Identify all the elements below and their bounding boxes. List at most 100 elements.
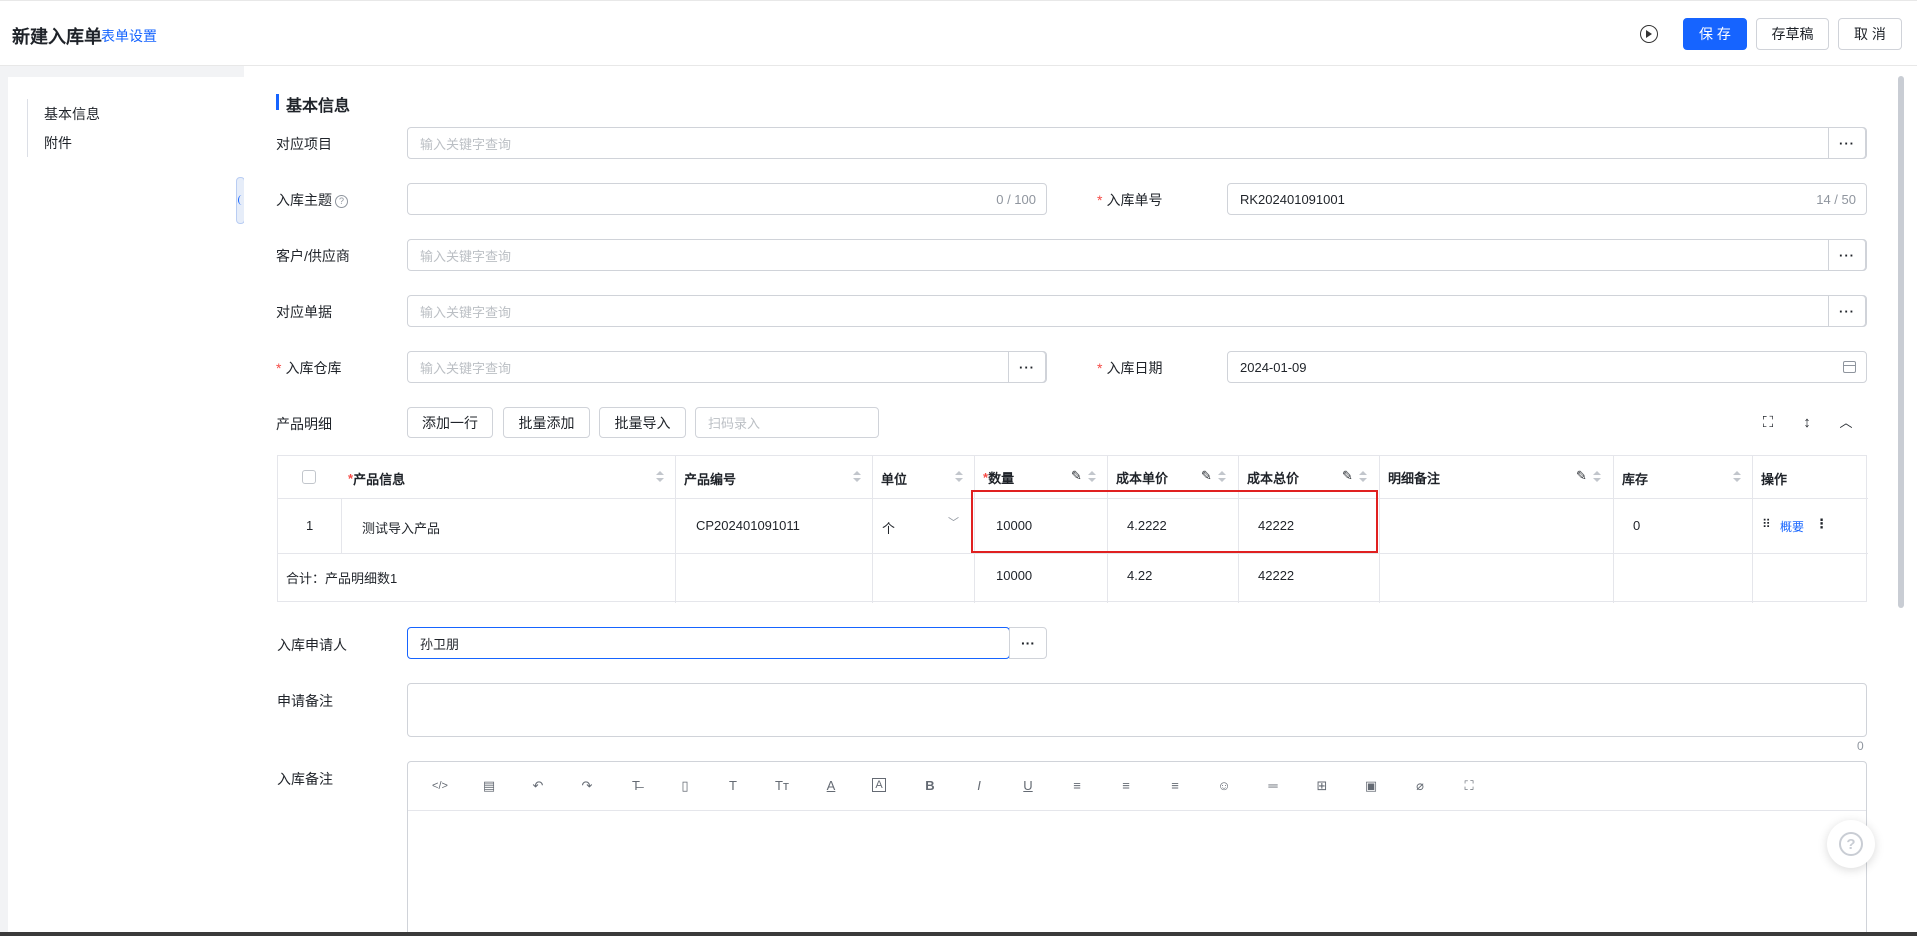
window-bottom-edge	[0, 932, 1917, 936]
align-right-icon[interactable]: ≡	[1167, 778, 1183, 794]
number-label-text: 入库单号	[1106, 192, 1163, 208]
italic-icon[interactable]: I	[971, 778, 987, 794]
col-product-code[interactable]: 产品编号	[684, 469, 736, 488]
align-center-icon[interactable]: ≡	[1118, 778, 1134, 794]
sort-icon[interactable]	[955, 471, 963, 483]
col-product-info[interactable]: * 产品信息	[348, 469, 405, 488]
sidebar: 基本信息 附件	[8, 77, 244, 936]
undo-icon[interactable]: ↶	[530, 778, 546, 794]
font-size-icon[interactable]: T	[725, 778, 741, 794]
redo-icon[interactable]: ↷	[579, 778, 595, 794]
help-float-button[interactable]: ?	[1827, 820, 1875, 868]
fullscreen-icon[interactable]: ⛶	[1461, 778, 1477, 794]
form-settings-link[interactable]: 表单设置	[101, 26, 157, 46]
document-field[interactable]: 输入关键字查询 ···	[407, 295, 1867, 327]
help-icon[interactable]: ?	[335, 195, 348, 208]
strikethrough-icon[interactable]: T̶	[628, 778, 644, 794]
sort-icon[interactable]	[1218, 471, 1226, 483]
editor-toolbar: </> ▤ ↶ ↷ T̶ ▯ T Tт A A B I U ≡ ≡ ≡ ☺ ═ …	[408, 762, 1866, 811]
scan-input[interactable]: 扫码录入	[695, 407, 879, 438]
col-divider	[341, 498, 342, 553]
sidebar-item-attachments[interactable]: 附件	[44, 133, 72, 153]
edit-pencil-icon[interactable]: ✎	[1342, 468, 1353, 484]
image-icon[interactable]: ▣	[1363, 778, 1379, 794]
subject-input[interactable]: 0 / 100	[407, 183, 1047, 215]
chevron-down-icon[interactable]: ﹀	[948, 514, 959, 530]
sort-icon[interactable]	[1088, 471, 1096, 483]
sort-icon[interactable]	[656, 471, 664, 483]
fullscreen-icon[interactable]: ⛶	[1760, 415, 1776, 431]
edit-pencil-icon[interactable]: ✎	[1576, 468, 1587, 484]
sort-icon[interactable]	[1593, 471, 1601, 483]
col-total-cost[interactable]: 成本总价	[1247, 468, 1299, 487]
col-product-info-label: 产品信息	[353, 472, 406, 487]
save-draft-button[interactable]: 存草稿	[1756, 18, 1829, 50]
document-more-button[interactable]: ···	[1828, 295, 1866, 327]
project-field[interactable]: 输入关键字查询 ···	[407, 127, 1867, 159]
col-unit-cost[interactable]: 成本单价	[1116, 468, 1168, 487]
scrollbar[interactable]	[1898, 76, 1904, 608]
warehouse-more-button[interactable]: ···	[1008, 351, 1046, 383]
table-icon[interactable]: ⊞	[1314, 778, 1330, 794]
product-name-cell[interactable]: 测试导入产品	[362, 518, 440, 537]
divider-icon[interactable]: ═	[1265, 778, 1281, 794]
project-more-button[interactable]: ···	[1828, 127, 1866, 159]
col-unit[interactable]: 单位	[881, 469, 907, 488]
customer-field[interactable]: 输入关键字查询 ···	[407, 239, 1867, 271]
calendar-icon[interactable]	[1843, 361, 1856, 373]
warehouse-field[interactable]: 输入关键字查询 ···	[407, 351, 1047, 383]
number-label: * 入库单号	[1097, 190, 1162, 210]
code-icon[interactable]: </>	[432, 778, 448, 794]
edit-pencil-icon[interactable]: ✎	[1201, 468, 1212, 484]
bold-icon[interactable]: B	[922, 778, 938, 794]
preview-play-icon[interactable]	[1640, 25, 1658, 43]
applicant-more-button[interactable]: ···	[1009, 627, 1047, 659]
save-button[interactable]: 保 存	[1683, 18, 1747, 50]
drag-handle-icon[interactable]: ⠿	[1762, 517, 1771, 531]
select-all-checkbox[interactable]	[302, 470, 316, 484]
batch-add-button[interactable]: 批量添加	[503, 407, 590, 438]
expand-height-icon[interactable]: ↕	[1799, 415, 1815, 431]
customer-label: 客户/供应商	[276, 248, 350, 264]
col-detail-note[interactable]: 明细备注	[1388, 468, 1440, 487]
customer-more-button[interactable]: ···	[1828, 239, 1866, 271]
apply-note-label: 申请备注	[277, 693, 333, 709]
attachment-icon[interactable]: ⌀	[1412, 778, 1428, 794]
add-row-button[interactable]: 添加一行	[407, 407, 493, 438]
apply-note-textarea[interactable]	[407, 683, 1867, 737]
col-divider	[1379, 456, 1380, 603]
sort-icon[interactable]	[1359, 471, 1367, 483]
project-label: 对应项目	[276, 136, 332, 152]
sort-icon[interactable]	[1733, 471, 1741, 483]
collapse-icon[interactable]: ︿	[1838, 415, 1854, 431]
applicant-value: 孙卫朋	[420, 636, 460, 652]
col-actions: 操作	[1761, 472, 1788, 487]
number-input[interactable]: RK202401091001 14 / 50	[1227, 183, 1867, 215]
date-value: 2024-01-09	[1240, 359, 1307, 375]
col-stock[interactable]: 库存	[1622, 469, 1648, 488]
question-icon: ?	[1839, 832, 1863, 856]
align-left-icon[interactable]: ≡	[1069, 778, 1085, 794]
document-icon[interactable]: ▯	[677, 778, 693, 794]
sort-icon[interactable]	[853, 471, 861, 483]
more-vertical-icon[interactable]: ⋮	[1815, 516, 1828, 532]
cancel-button[interactable]: 取 消	[1838, 18, 1902, 50]
edit-pencil-icon[interactable]: ✎	[1071, 468, 1082, 484]
unit-select[interactable]: 个	[882, 518, 895, 537]
product-code-cell[interactable]: CP202401091011	[696, 518, 800, 533]
template-icon[interactable]: ▤	[481, 778, 497, 794]
font-color-icon[interactable]: A	[823, 778, 839, 794]
date-picker[interactable]: 2024-01-09	[1227, 351, 1867, 383]
background-color-icon[interactable]: A	[872, 778, 886, 792]
underline-icon[interactable]: U	[1020, 778, 1036, 794]
applicant-input[interactable]: 孙卫朋	[407, 627, 1010, 659]
sidebar-item-basic-info[interactable]: 基本信息	[44, 104, 100, 124]
clear-format-icon[interactable]: Tт	[774, 778, 790, 794]
summary-label: 合计：产品明细数1	[286, 571, 398, 586]
col-quantity[interactable]: * 数量	[983, 468, 1014, 487]
rich-text-editor[interactable]: </> ▤ ↶ ↷ T̶ ▯ T Tт A A B I U ≡ ≡ ≡ ☺ ═ …	[407, 761, 1867, 936]
emoji-icon[interactable]: ☺	[1216, 778, 1232, 794]
subject-label-text: 入库主题	[276, 192, 332, 208]
summary-link[interactable]: 概要	[1780, 518, 1804, 535]
batch-import-button[interactable]: 批量导入	[599, 407, 686, 438]
